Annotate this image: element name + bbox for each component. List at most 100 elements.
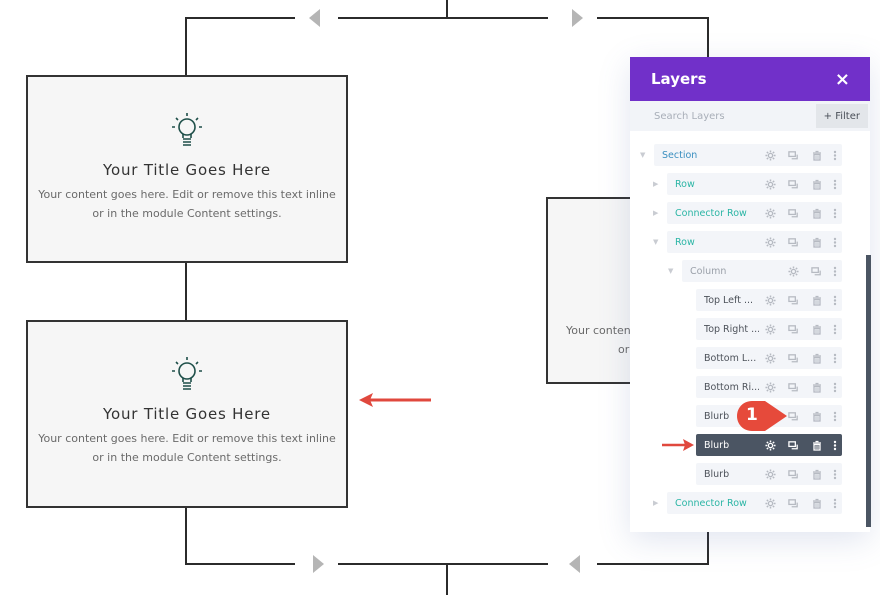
trash-icon[interactable] [805,179,828,190]
close-icon[interactable]: × [835,69,850,90]
layer-label: Bottom L... [704,352,757,364]
more-options-icon[interactable] [828,411,842,422]
trash-icon[interactable] [805,324,828,335]
connector-line [597,17,709,19]
layer-actions [759,323,842,335]
settings-gear-icon[interactable] [759,207,782,219]
connector-line [185,563,295,565]
expand-toggle-closed-icon[interactable]: ▶ [653,499,658,507]
duplicate-icon[interactable] [805,266,828,277]
layer-item-top-left[interactable]: Top Left ... [696,289,842,311]
connector-arrow-left [309,9,320,27]
trash-icon[interactable] [805,237,828,248]
layer-actions [759,236,842,248]
trash-icon[interactable] [805,208,828,219]
layer-actions [759,381,842,393]
trash-icon[interactable] [805,498,828,509]
filter-button[interactable]: + Filter [815,104,868,128]
more-options-icon[interactable] [828,382,842,393]
duplicate-icon[interactable] [782,353,805,364]
settings-gear-icon[interactable] [759,178,782,190]
more-options-icon[interactable] [828,237,842,248]
trash-icon[interactable] [805,295,828,306]
blurb-body: Your content goes here. Edit or remove t… [28,429,346,467]
duplicate-icon[interactable] [782,208,805,219]
layer-item-connector-row[interactable]: Connector Row [667,202,842,224]
trash-icon[interactable] [805,382,828,393]
connector-line [707,532,709,565]
blurb-module[interactable]: Your Title Goes Here Your content goes h… [26,75,348,263]
settings-gear-icon[interactable] [759,352,782,364]
more-options-icon[interactable] [828,295,842,306]
more-options-icon[interactable] [828,208,842,219]
layer-item-bottom-ri[interactable]: Bottom Ri... [696,376,842,398]
expand-toggle-open-icon[interactable]: ▼ [653,238,658,246]
more-options-icon[interactable] [828,440,842,451]
settings-gear-icon[interactable] [759,497,782,509]
settings-gear-icon[interactable] [759,381,782,393]
layer-actions [759,468,842,480]
blurb-body-line: or [618,343,630,356]
layer-item-section[interactable]: Section [654,144,842,166]
settings-gear-icon[interactable] [759,236,782,248]
trash-icon[interactable] [805,440,828,451]
blurb-body-line: Your conten [566,324,631,337]
expand-toggle-closed-icon[interactable]: ▶ [653,180,658,188]
layer-actions [759,439,842,451]
more-options-icon[interactable] [828,324,842,335]
more-options-icon[interactable] [828,150,842,161]
layer-item-column[interactable]: Column [682,260,842,282]
more-options-icon[interactable] [828,179,842,190]
more-options-icon[interactable] [828,353,842,364]
trash-icon[interactable] [805,411,828,422]
layer-item-blurb[interactable]: Blurb [696,463,842,485]
annotation-badge [737,401,787,431]
duplicate-icon[interactable] [782,237,805,248]
layer-label: Top Left ... [704,294,754,306]
layers-panel-header: Layers × [630,57,870,101]
more-options-icon[interactable] [828,469,842,480]
duplicate-icon[interactable] [782,440,805,451]
expand-toggle-open-icon[interactable]: ▼ [668,267,673,275]
trash-icon[interactable] [805,353,828,364]
blurb-body-line: or in the module Content settings. [92,207,282,220]
layer-item-top-right[interactable]: Top Right ... [696,318,842,340]
more-options-icon[interactable] [828,498,842,509]
connector-line [597,563,709,565]
layer-label: Top Right ... [704,323,759,335]
settings-gear-icon[interactable] [759,149,782,161]
layer-label: Row [675,178,695,190]
layer-item-blurb[interactable]: Blurb [696,434,842,456]
blurb-body-line: or in the module Content settings. [92,451,282,464]
expand-toggle-closed-icon[interactable]: ▶ [653,209,658,217]
layer-actions [759,294,842,306]
layer-item-bottom-l[interactable]: Bottom L... [696,347,842,369]
layer-item-row[interactable]: Row [667,173,842,195]
duplicate-icon[interactable] [782,150,805,161]
annotation-arrow-right [662,439,694,451]
duplicate-icon[interactable] [782,498,805,509]
layer-actions [782,265,842,277]
expand-toggle-open-icon[interactable]: ▼ [640,151,645,159]
settings-gear-icon[interactable] [782,265,805,277]
settings-gear-icon[interactable] [759,468,782,480]
lightbulb-icon [172,113,202,146]
connector-line [185,17,295,19]
duplicate-icon[interactable] [782,179,805,190]
settings-gear-icon[interactable] [759,439,782,451]
trash-icon[interactable] [805,150,828,161]
duplicate-icon[interactable] [782,382,805,393]
search-layers-input[interactable] [630,109,806,123]
duplicate-icon[interactable] [782,469,805,480]
settings-gear-icon[interactable] [759,323,782,335]
layers-scrollbar[interactable] [866,255,871,527]
duplicate-icon[interactable] [782,295,805,306]
more-options-icon[interactable] [828,266,842,277]
layer-item-connector-row[interactable]: Connector Row [667,492,842,514]
duplicate-icon[interactable] [782,324,805,335]
layer-actions [759,178,842,190]
settings-gear-icon[interactable] [759,294,782,306]
trash-icon[interactable] [805,469,828,480]
layer-item-row[interactable]: Row [667,231,842,253]
blurb-module[interactable]: Your Title Goes Here Your content goes h… [26,320,348,508]
